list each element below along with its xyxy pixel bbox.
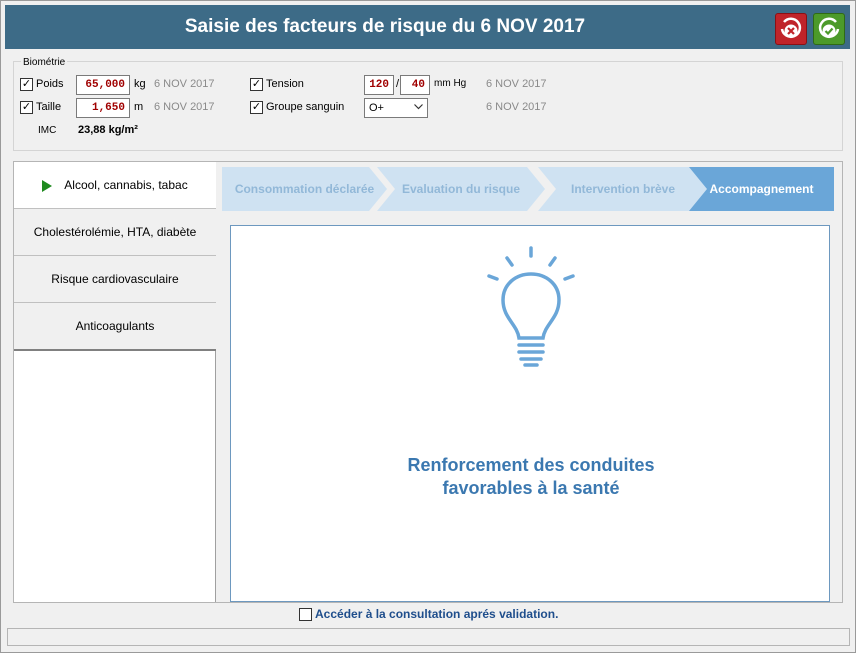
nav-item-label: Anticoagulants — [75, 319, 155, 333]
step-consommation[interactable]: Consommation déclarée — [222, 167, 387, 211]
window-frame: Saisie des facteurs de risque du 6 NOV 2… — [0, 0, 856, 653]
nav-item-label: Risque cardiovasculaire — [51, 272, 179, 286]
tension-separator: / — [396, 78, 400, 90]
nav-item-label: Alcool, cannabis, tabac — [64, 178, 188, 192]
imc-label: IMC — [38, 125, 57, 136]
biometrie-legend: Biométrie — [21, 57, 68, 68]
tension-date: 6 NOV 2017 — [486, 78, 547, 90]
groupe-sanguin-checkbox[interactable]: ✓ — [250, 101, 263, 114]
step-label: Intervention brève — [570, 182, 676, 196]
tension-diastolic-input[interactable]: 40 — [400, 75, 430, 95]
window-title: Saisie des facteurs de risque du 6 NOV 2… — [184, 16, 586, 37]
groupe-sanguin-select[interactable]: O+ — [364, 98, 428, 118]
taille-label: Taille — [36, 101, 62, 113]
consultation-checkbox[interactable] — [299, 608, 312, 621]
left-nav: Alcool, cannabis, tabac Cholestérolémie,… — [14, 162, 216, 602]
taille-checkbox[interactable]: ✓ — [20, 101, 33, 114]
content-panel: Renforcement des conduites favorables à … — [230, 225, 830, 602]
biometrie-group: Biométrie ✓ Poids 65,000 kg 6 NOV 2017 ✓… — [13, 57, 843, 151]
status-bar — [7, 628, 850, 646]
taille-unit: m — [134, 101, 144, 113]
step-label: Consommation déclarée — [234, 182, 375, 196]
consultation-label[interactable]: Accéder à la consultation aprés validati… — [315, 607, 558, 621]
groupe-sanguin-date: 6 NOV 2017 — [486, 101, 547, 113]
poids-unit: kg — [134, 78, 146, 90]
groupe-sanguin-label: Groupe sanguin — [266, 101, 345, 113]
poids-label: Poids — [36, 78, 64, 90]
step-intervention[interactable]: Intervention brève — [538, 167, 708, 211]
tension-label: Tension — [266, 78, 304, 90]
cancel-button[interactable] — [775, 13, 807, 45]
lightbulb-icon — [487, 246, 575, 367]
tension-checkbox[interactable]: ✓ — [250, 78, 263, 91]
main-area: Alcool, cannabis, tabac Cholestérolémie,… — [13, 161, 843, 603]
validate-button[interactable] — [813, 13, 845, 45]
step-breadcrumb: Consommation déclarée Evaluation du risq… — [222, 167, 856, 211]
nav-item-alcool[interactable]: Alcool, cannabis, tabac — [14, 162, 216, 209]
nav-item-label: Cholestérolémie, HTA, diabète — [33, 225, 197, 239]
validate-icon — [818, 17, 840, 38]
nav-item-anticoagulants[interactable]: Anticoagulants — [14, 303, 216, 351]
play-arrow-icon — [42, 180, 52, 192]
poids-date: 6 NOV 2017 — [154, 78, 215, 90]
step-label: Evaluation du risque — [401, 182, 521, 196]
taille-input[interactable]: 1,650 — [76, 98, 130, 118]
panel-message: Renforcement des conduites favorables à … — [231, 454, 831, 500]
title-bar: Saisie des facteurs de risque du 6 NOV 2… — [5, 5, 850, 49]
step-evaluation[interactable]: Evaluation du risque — [377, 167, 545, 211]
poids-input[interactable]: 65,000 — [76, 75, 130, 95]
panel-message-line1: Renforcement des conduites — [407, 455, 655, 475]
tension-unit: mm Hg — [434, 78, 467, 89]
taille-date: 6 NOV 2017 — [154, 101, 215, 113]
step-label: Accompagnement — [709, 182, 814, 196]
groupe-sanguin-value: O+ — [369, 102, 384, 114]
tension-systolic-input[interactable]: 120 — [364, 75, 394, 95]
chevron-down-icon — [414, 104, 423, 110]
poids-checkbox[interactable]: ✓ — [20, 78, 33, 91]
step-accompagnement[interactable]: Accompagnement — [689, 167, 834, 211]
nav-item-cholesterolemie[interactable]: Cholestérolémie, HTA, diabète — [14, 209, 216, 256]
imc-value: 23,88 kg/m² — [78, 124, 138, 136]
cancel-icon — [780, 17, 802, 38]
nav-item-risque-cardiovasculaire[interactable]: Risque cardiovasculaire — [14, 256, 216, 303]
panel-message-line2: favorables à la santé — [442, 478, 620, 498]
